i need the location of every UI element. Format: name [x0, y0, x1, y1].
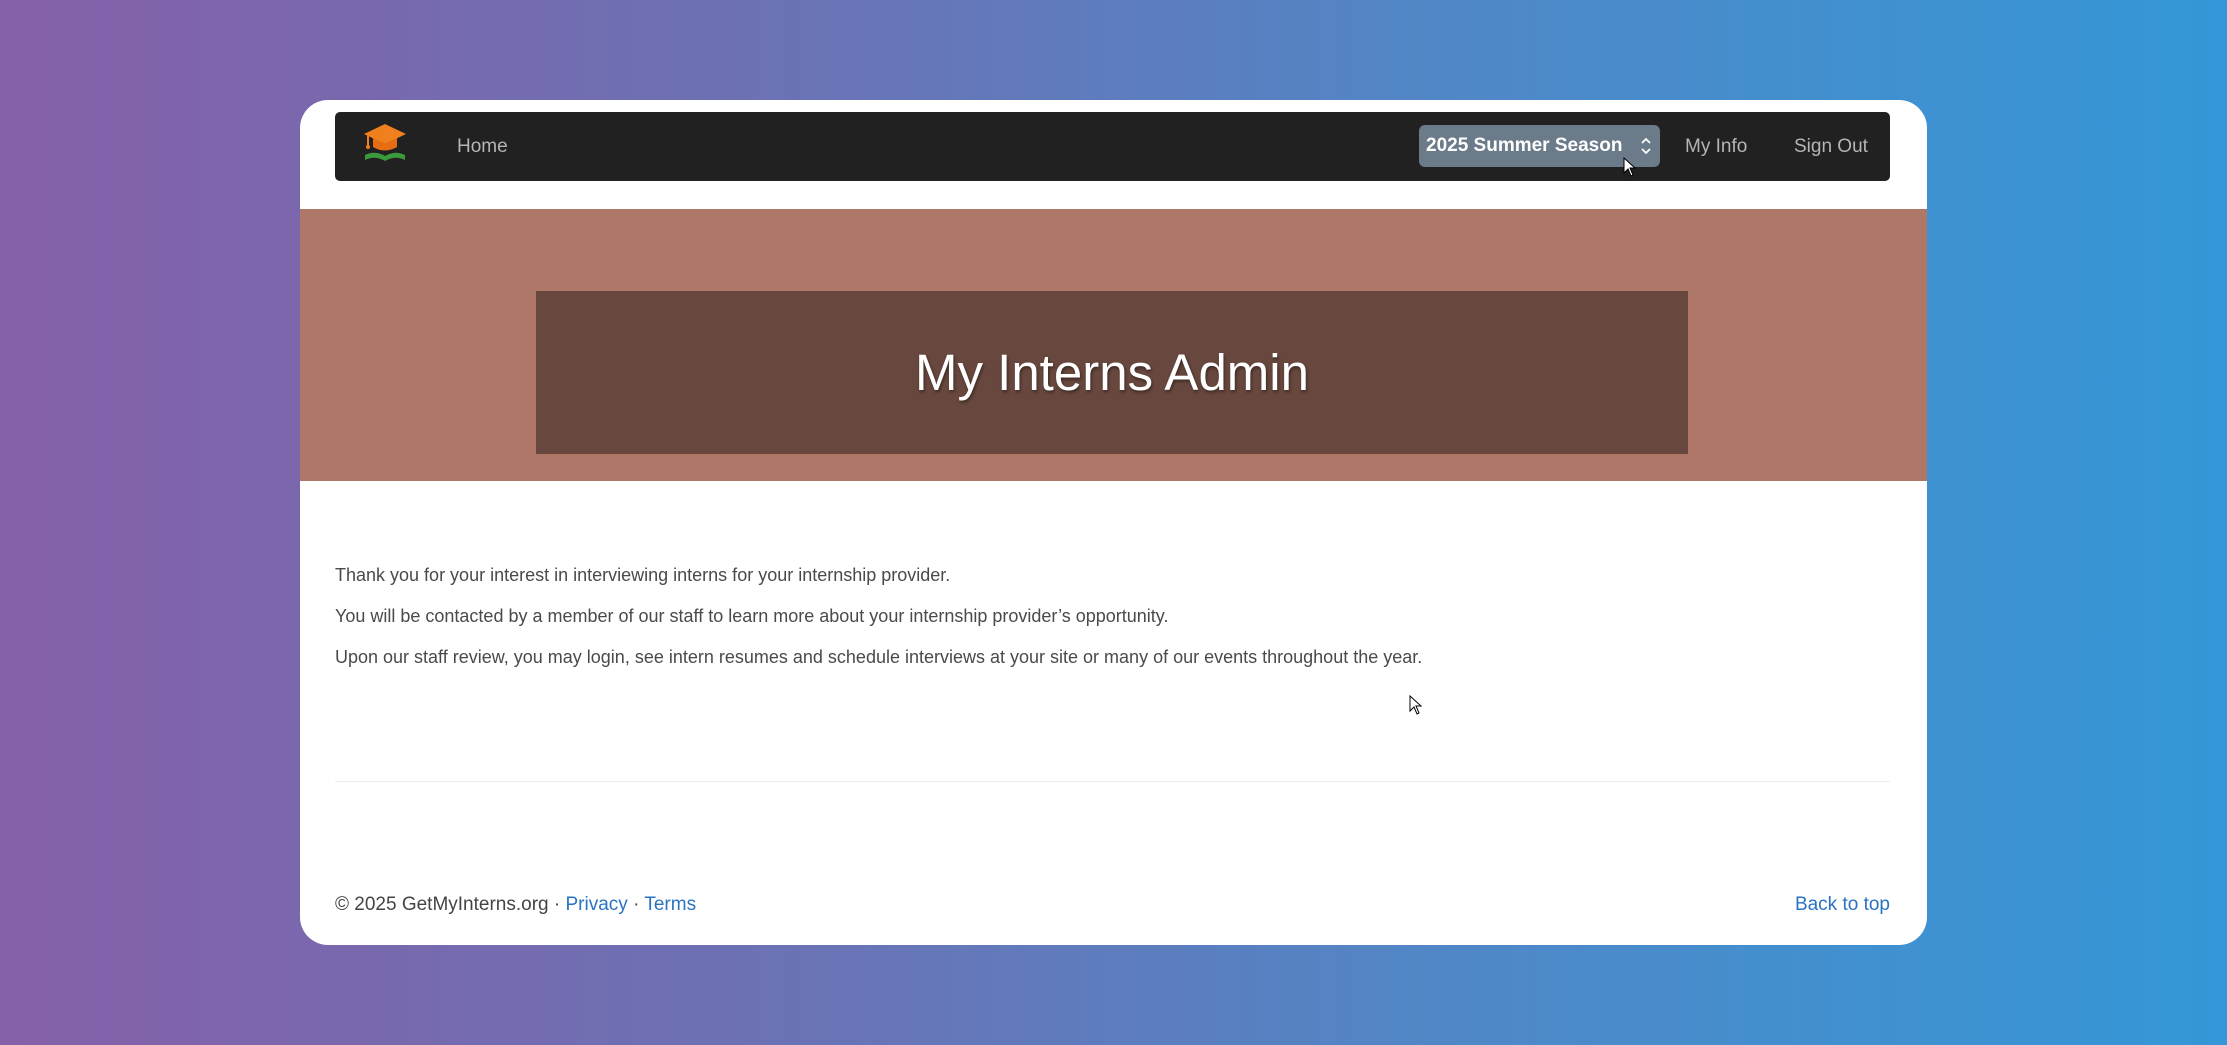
- nav-sign-out-link[interactable]: Sign Out: [1794, 112, 1868, 181]
- footer-left: © 2025 GetMyInterns.org · Privacy · Term…: [335, 894, 696, 916]
- brand-logo[interactable]: [362, 122, 408, 168]
- back-to-top-link[interactable]: Back to top: [1795, 894, 1890, 916]
- info-paragraph: You will be contacted by a member of our…: [335, 606, 1169, 626]
- nav-home-link[interactable]: Home: [457, 112, 508, 181]
- mouse-cursor-icon: [1409, 695, 1423, 715]
- nav-my-info-link[interactable]: My Info: [1685, 112, 1747, 181]
- top-navbar: Home 2025 Summer Season My Info Sign Out: [335, 112, 1890, 181]
- footer-separator: ·: [633, 894, 640, 915]
- copyright-text: © 2025 GetMyInterns.org: [335, 894, 549, 915]
- hero-banner: My Interns Admin: [300, 209, 1927, 481]
- main-content: Thank you for your interest in interview…: [335, 564, 1890, 687]
- footer-separator: ·: [553, 894, 561, 915]
- hero-title-box: My Interns Admin: [536, 291, 1688, 454]
- info-paragraph: Upon our staff review, you may login, se…: [335, 647, 1423, 667]
- graduation-cap-icon: [364, 124, 406, 161]
- season-select-value: 2025 Summer Season: [1426, 135, 1623, 156]
- chevron-up-down-icon: [1641, 137, 1651, 155]
- page-title: My Interns Admin: [915, 344, 1309, 401]
- privacy-link[interactable]: Privacy: [566, 894, 628, 915]
- footer-divider: [335, 781, 1890, 782]
- page-card: Home 2025 Summer Season My Info Sign Out…: [300, 100, 1927, 945]
- info-paragraph: Thank you for your interest in interview…: [335, 565, 951, 585]
- mouse-cursor-icon: [1623, 157, 1637, 177]
- terms-link[interactable]: Terms: [644, 894, 696, 915]
